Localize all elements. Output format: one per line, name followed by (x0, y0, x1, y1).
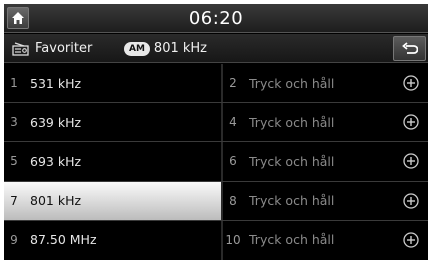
add-preset-icon[interactable] (403, 75, 419, 91)
preset-item-8[interactable]: 8 Tryck och håll (223, 182, 428, 220)
preset-item-3[interactable]: 3 639 kHz (4, 103, 221, 141)
add-preset-icon[interactable] (403, 192, 419, 209)
preset-number: 10 (225, 232, 241, 247)
preset-item-7[interactable]: 7 801 kHz (4, 181, 221, 220)
preset-label: 693 kHz (30, 153, 82, 169)
preset-item-9[interactable]: 9 87.50 MHz (4, 221, 221, 259)
add-preset-icon[interactable] (403, 232, 419, 248)
preset-label: Tryck och håll (249, 75, 335, 91)
current-frequency: 801 kHz (153, 41, 207, 56)
home-button[interactable] (7, 7, 29, 29)
preset-number: 6 (229, 154, 237, 169)
top-bar: 06:20 (4, 4, 428, 33)
preset-number: 5 (10, 154, 18, 169)
preset-item-1[interactable]: 1 531 kHz (4, 64, 221, 102)
preset-item-10[interactable]: 10 Tryck och håll (223, 221, 428, 259)
preset-list: 1 531 kHz 2 Tryck och håll 3 639 kHz 4 Tryck oc… (4, 64, 428, 260)
favorites-title: Favoriter (12, 34, 92, 63)
radio-list-icon (12, 41, 29, 56)
preset-number: 9 (10, 232, 18, 247)
preset-item-5[interactable]: 5 693 kHz (4, 142, 221, 180)
preset-label: Tryck och håll (249, 114, 335, 130)
preset-item-4[interactable]: 4 Tryck och håll (223, 103, 428, 141)
radio-screen: 06:20 Favoriter AM 801 kHz 1 531 kHz 2 T… (4, 4, 428, 260)
preset-label: Tryck och håll (249, 232, 335, 248)
preset-label: 531 kHz (30, 75, 82, 91)
favorites-label: Favoriter (35, 41, 93, 56)
preset-label: 801 kHz (30, 193, 82, 209)
clock: 06:20 (188, 8, 244, 29)
preset-number: 2 (229, 76, 237, 90)
preset-label: Tryck och håll (249, 153, 335, 169)
preset-label: Tryck och håll (249, 193, 335, 209)
preset-number: 3 (10, 115, 18, 130)
preset-label: 87.50 MHz (30, 232, 97, 248)
back-button[interactable] (393, 36, 426, 61)
preset-item-6[interactable]: 6 Tryck och håll (223, 142, 428, 180)
sub-header: Favoriter AM 801 kHz (4, 34, 428, 63)
band-badge: AM (124, 41, 150, 56)
back-arrow-icon (401, 41, 418, 54)
preset-number: 4 (229, 115, 237, 130)
preset-label: 639 kHz (30, 114, 82, 130)
current-station: AM 801 kHz (124, 34, 207, 63)
preset-number: 1 (10, 76, 18, 90)
preset-item-2[interactable]: 2 Tryck och håll (223, 64, 428, 102)
add-preset-icon[interactable] (403, 153, 419, 170)
home-icon (12, 12, 24, 24)
add-preset-icon[interactable] (403, 114, 419, 130)
preset-number: 8 (229, 193, 237, 208)
preset-number: 7 (10, 193, 18, 208)
